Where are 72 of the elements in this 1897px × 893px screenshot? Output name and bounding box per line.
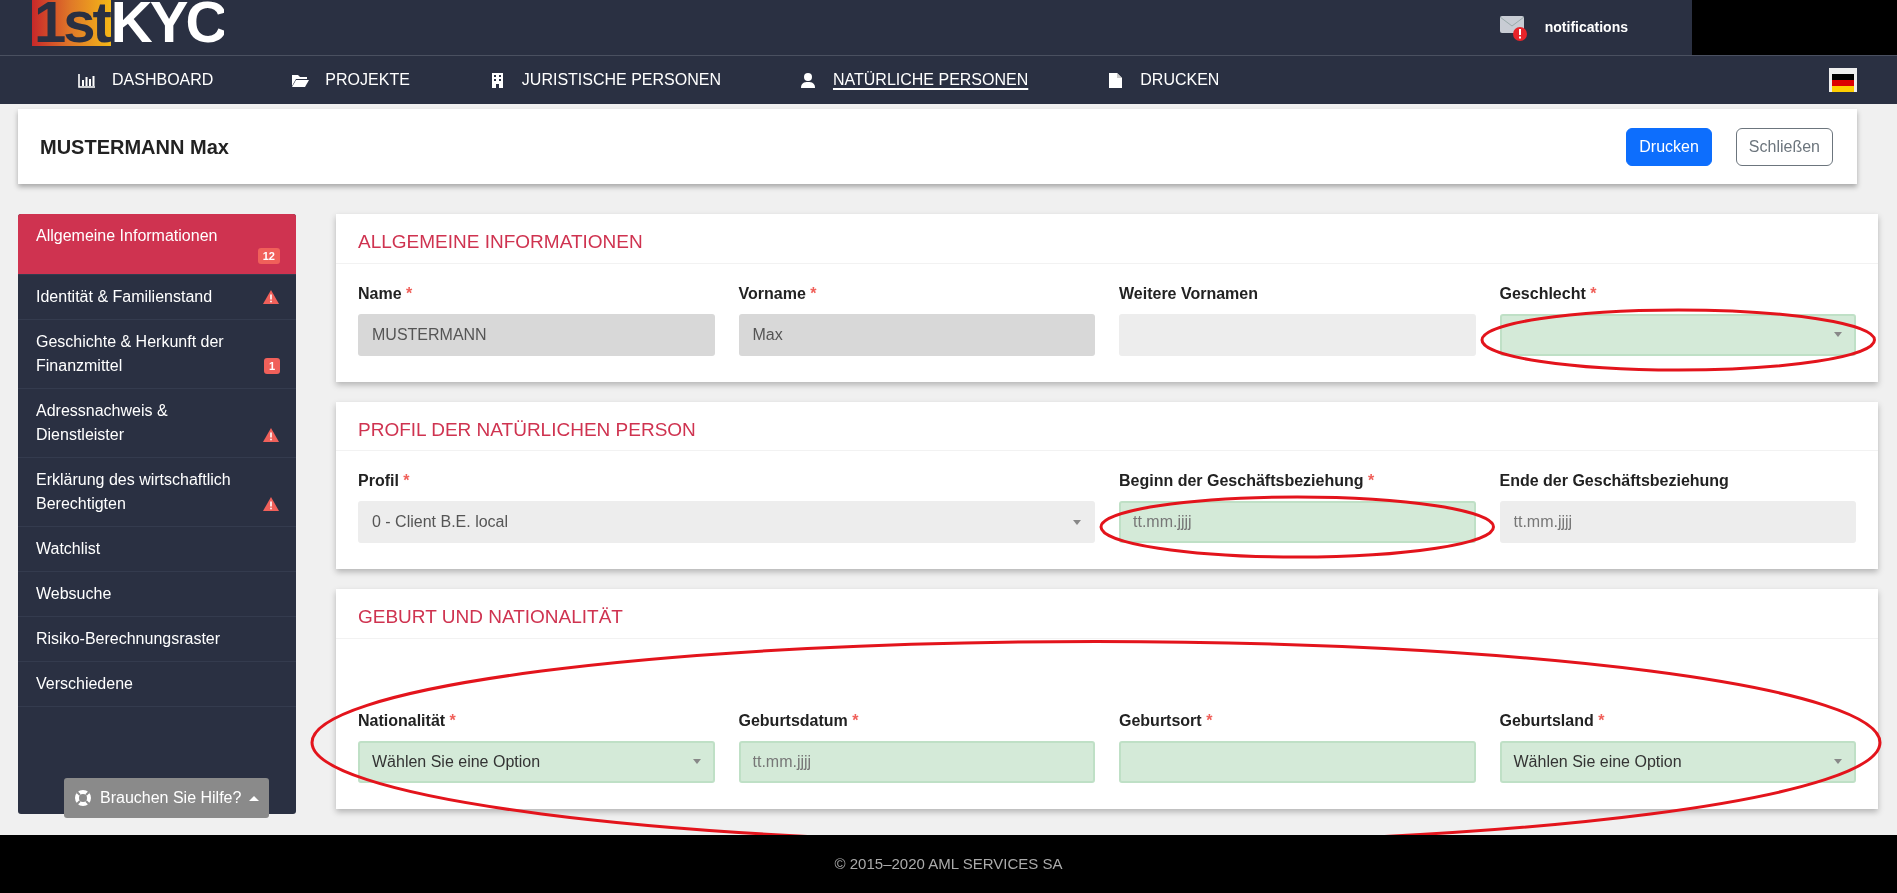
count-badge: 12 [257, 248, 280, 264]
sidebar-item-label: Websuche [36, 584, 113, 604]
required-asterisk: * [1590, 284, 1597, 302]
flag-icon [1832, 74, 1854, 93]
language-button[interactable] [1829, 68, 1857, 92]
field-label: Geschlecht * [1499, 283, 1598, 304]
section-title: PROFIL DER NATÜRLICHEN PERSON [336, 401, 1878, 451]
nav-link[interactable]: DRUCKEN [1106, 68, 1220, 92]
field-label: Name * [358, 283, 414, 304]
required-asterisk: * [403, 472, 410, 489]
field-label: Weitere Vornamen [1119, 283, 1259, 304]
input-field[interactable]: MUSTERMANN [358, 313, 715, 356]
close-button[interactable]: Schließen [1735, 127, 1833, 166]
field-label: Geburtsland * [1499, 710, 1606, 731]
required-asterisk: * [449, 711, 456, 729]
required-asterisk: * [1367, 472, 1375, 489]
required-asterisk: * [852, 711, 859, 729]
sidebar-item-label: Watchlist [36, 539, 102, 559]
section-title: GEBURT UND NATIONALITÄT [336, 589, 1878, 639]
required-asterisk: * [810, 284, 817, 302]
required-asterisk: * [1206, 711, 1213, 729]
field-label: Beginn der Geschäftsbeziehung * [1119, 471, 1376, 491]
nav-link[interactable]: JURISTISCHE PERSONEN [487, 68, 721, 92]
person-title: MUSTERMANN Max [40, 134, 229, 160]
input-field[interactable]: tt.mm.jjjj [738, 740, 1095, 783]
input-field[interactable]: tt.mm.jjjj [1119, 501, 1476, 543]
document-icon [1106, 71, 1125, 89]
person-icon [798, 71, 817, 89]
count-badge: 1 [263, 358, 280, 374]
field-label: Geburtsdatum * [738, 710, 860, 731]
sidebar-item-label: Allgemeine Informationen [36, 226, 219, 246]
nav-link[interactable]: PROJEKTE [291, 68, 410, 92]
print-button[interactable]: Drucken [1626, 127, 1712, 166]
required-asterisk: * [406, 284, 413, 302]
select-field[interactable] [1499, 313, 1856, 356]
sidebar-item[interactable]: Erklärung des wirtschaftlich Berechtigten [18, 458, 296, 527]
sidebar-item[interactable]: Risiko-Berechnungsraster [18, 617, 296, 662]
caret-icon [249, 795, 260, 801]
field-label: Ende der Geschäftsbeziehung [1499, 471, 1730, 491]
sidebar-item-label: Geschichte & Herkunft der Finanzmittel [36, 332, 225, 376]
sidebar-item[interactable]: Websuche [18, 572, 296, 617]
notifications-button[interactable]: notifications [1498, 12, 1628, 43]
dropdown-caret-icon [1834, 759, 1842, 764]
nav-link[interactable]: DASHBOARD [78, 68, 214, 92]
input-field[interactable] [1119, 740, 1476, 783]
field-label: Geburtsort * [1119, 710, 1214, 731]
select-field[interactable]: Wählen Sie eine Option [1499, 740, 1856, 783]
required-asterisk: * [1598, 711, 1605, 729]
section-title: ALLGEMEINE INFORMATIONEN [336, 214, 1878, 264]
input-field[interactable]: Max [738, 313, 1095, 356]
chart-icon [78, 71, 96, 89]
field-label: Profil * [358, 471, 411, 491]
footer: © 2015–2020 AML SERVICES SA [0, 835, 1897, 893]
sidebar-item-label: Verschiedene [36, 674, 134, 694]
select-field[interactable]: Wählen Sie eine Option [358, 740, 715, 783]
sidebar-item[interactable]: Verschiedene [18, 662, 296, 707]
dropdown-caret-icon [1073, 519, 1081, 525]
sidebar-item[interactable]: Geschichte & Herkunft der Finanzmittel 1 [18, 320, 296, 389]
dropdown-caret-icon [1834, 332, 1842, 337]
sidebar-item-label: Erklärung des wirtschaftlich Berechtigten [36, 470, 232, 514]
lifebuoy-icon [74, 789, 92, 807]
sidebar-item[interactable]: Allgemeine Informationen 12 [18, 214, 296, 275]
sidebar-item[interactable]: Adressnachweis & Dienstleister [18, 389, 296, 458]
sidebar-item-label: Identität & Familienstand [36, 287, 214, 307]
sidebar-item-label: Adressnachweis & Dienstleister [36, 401, 169, 445]
sidebar-item[interactable]: Watchlist [18, 527, 296, 572]
sidebar-item-label: Risiko-Berechnungsraster [36, 629, 222, 649]
field-label: Nationalität * [358, 710, 457, 731]
dropdown-caret-icon [692, 759, 701, 764]
sidebar-item[interactable]: Identität & Familienstand [18, 275, 296, 320]
field-label: Vorname * [738, 283, 818, 304]
nav-link[interactable]: NATÜRLICHE PERSONEN [798, 68, 1029, 92]
